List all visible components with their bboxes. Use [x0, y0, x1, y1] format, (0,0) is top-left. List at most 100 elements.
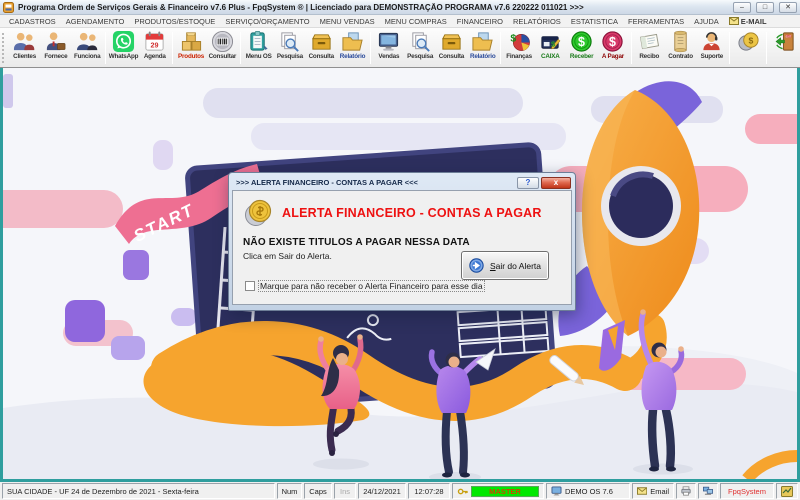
- arrow-right-icon: [469, 258, 484, 273]
- search-docs-icon: [409, 30, 432, 53]
- fornecedores-button[interactable]: Fornece: [40, 29, 71, 67]
- status-user: MASTER: [452, 483, 544, 499]
- gold-coin-icon: [243, 198, 273, 228]
- funcionarios-button[interactable]: Funciona: [72, 29, 103, 67]
- toolbar-separator: [240, 32, 241, 64]
- toolbar-separator: [766, 32, 767, 64]
- status-email[interactable]: Email: [632, 483, 674, 499]
- menu-produtos-estoque[interactable]: PRODUTOS/ESTOQUE: [129, 17, 220, 26]
- menu-ferramentas[interactable]: FERRAMENTAS: [623, 17, 689, 26]
- menu-servico-orcamento[interactable]: SERVIÇO/ORÇAMENTO: [220, 17, 314, 26]
- sair-do-alerta-button[interactable]: Sair do Alerta: [461, 251, 549, 280]
- receber-button[interactable]: $ Receber: [566, 29, 597, 67]
- clipboard-icon: [247, 30, 270, 53]
- menu-estatistica[interactable]: ESTATISTICA: [566, 17, 623, 26]
- status-bar: SUA CIDADE - UF 24 de Dezembro de 2021 -…: [0, 482, 800, 500]
- printer-icon: [681, 486, 691, 496]
- main-workspace: START: [0, 68, 800, 482]
- toolbar-separator: [105, 32, 106, 64]
- dialog-title: >>> ALERTA FINANCEIRO - CONTAS A PAGAR <…: [236, 178, 517, 187]
- envelope-icon: [637, 487, 647, 495]
- employees-icon: [76, 30, 99, 53]
- app-window: Programa Ordem de Serviços Gerais & Fina…: [0, 0, 800, 500]
- receipt-icon: [638, 30, 661, 53]
- dialog-body: ALERTA FINANCEIRO - CONTAS A PAGAR NÃO E…: [232, 190, 572, 305]
- toolbar-separator: [729, 32, 730, 64]
- status-printer[interactable]: [676, 483, 696, 499]
- ledger-book-icon: $: [539, 30, 562, 53]
- whatsapp-button[interactable]: WhatsApp: [108, 29, 139, 67]
- barcode-icon: [211, 30, 234, 53]
- menu-relatorios[interactable]: RELATÓRIOS: [508, 17, 566, 26]
- status-location: SUA CIDADE - UF 24 de Dezembro de 2021 -…: [2, 483, 275, 499]
- calendar-icon: 29: [143, 30, 166, 53]
- status-network[interactable]: [698, 483, 718, 499]
- dialog-titlebar: >>> ALERTA FINANCEIRO - CONTAS A PAGAR <…: [232, 175, 572, 190]
- dialog-help-button[interactable]: ?: [517, 177, 539, 189]
- moedas-button[interactable]: $: [732, 29, 763, 67]
- menu-bar: CADASTROS AGENDAMENTO PRODUTOS/ESTOQUE S…: [0, 15, 800, 28]
- network-monitor-icon: [703, 486, 713, 496]
- menu-cadastros[interactable]: CADASTROS: [4, 17, 61, 26]
- relatorio-os-button[interactable]: Relatório: [337, 29, 368, 67]
- status-caps: Caps: [304, 483, 332, 499]
- monitor-icon: [377, 30, 400, 53]
- no-alert-checkbox-row[interactable]: Marque para não receber o Alerta Finance…: [245, 281, 484, 291]
- menu-agendamento[interactable]: AGENDAMENTO: [61, 17, 130, 26]
- dialog-message: NÃO EXISTE TITULOS A PAGAR NESSA DATA: [243, 237, 561, 248]
- window-titlebar: Programa Ordem de Serviços Gerais & Fina…: [0, 0, 800, 15]
- consulta-vendas-button[interactable]: Consulta: [436, 29, 467, 67]
- vendas-button[interactable]: Vendas: [373, 29, 404, 67]
- menu-compras[interactable]: MENU COMPRAS: [380, 17, 452, 26]
- svg-text:$: $: [510, 33, 516, 45]
- status-num: Num: [277, 483, 302, 499]
- key-icon: [457, 486, 468, 497]
- svg-text:$: $: [578, 35, 585, 49]
- svg-text:$: $: [609, 35, 616, 49]
- relatorio-vendas-button[interactable]: Relatório: [467, 29, 498, 67]
- close-button[interactable]: ✕: [779, 2, 797, 13]
- maximize-button[interactable]: □: [756, 2, 774, 13]
- sair-sistema-button[interactable]: EXIT: [769, 29, 800, 67]
- recibo-button[interactable]: Recibo: [634, 29, 665, 67]
- produtos-button[interactable]: Produtos: [175, 29, 206, 67]
- menu-email[interactable]: E-MAIL: [724, 17, 772, 26]
- status-ins: Ins: [334, 483, 356, 499]
- search-docs-icon: [278, 30, 301, 53]
- no-alert-checkbox-label: Marque para não receber o Alerta Finance…: [259, 281, 484, 291]
- no-alert-checkbox[interactable]: [245, 281, 255, 291]
- contrato-button[interactable]: Contrato: [665, 29, 696, 67]
- caixa-button[interactable]: $ CAIXA: [535, 29, 566, 67]
- pie-dollar-icon: $: [508, 30, 531, 53]
- svg-text:EXIT: EXIT: [785, 35, 791, 38]
- menu-os-button[interactable]: Menu OS: [243, 29, 274, 67]
- red-coin-icon: $: [601, 30, 624, 53]
- minimize-button[interactable]: –: [733, 2, 751, 13]
- clientes-button[interactable]: Clientes: [9, 29, 40, 67]
- status-user-badge: MASTER: [471, 486, 539, 497]
- computer-icon: [551, 486, 562, 496]
- dialog-close-button[interactable]: x: [541, 177, 571, 189]
- financas-button[interactable]: $ Finanças: [503, 29, 534, 67]
- app-badge-icon: [781, 486, 793, 497]
- green-coin-icon: $: [570, 30, 593, 53]
- status-brand: FpqSystem: [720, 483, 774, 499]
- consulta-os-button[interactable]: Consulta: [306, 29, 337, 67]
- status-app-badge: [776, 483, 798, 499]
- toolbar: Clientes Fornece Funciona WhatsApp 29 Ag…: [0, 28, 800, 68]
- consultar-produtos-button[interactable]: Consultar: [207, 29, 238, 67]
- svg-text:29: 29: [151, 42, 159, 50]
- pesquisa-os-button[interactable]: Pesquisa: [274, 29, 305, 67]
- menu-financeiro[interactable]: FINANCEIRO: [452, 17, 508, 26]
- dialog-heading: ALERTA FINANCEIRO - CONTAS A PAGAR: [282, 206, 542, 220]
- a-pagar-button[interactable]: $ A Pagar: [597, 29, 628, 67]
- menu-ajuda[interactable]: AJUDA: [689, 17, 724, 26]
- pesquisa-vendas-button[interactable]: Pesquisa: [405, 29, 436, 67]
- status-date: 24/12/2021: [358, 483, 406, 499]
- suporte-button[interactable]: Suporte: [696, 29, 727, 67]
- menu-vendas[interactable]: MENU VENDAS: [315, 17, 380, 26]
- agenda-button[interactable]: 29 Agenda: [139, 29, 170, 67]
- clients-icon: [13, 30, 36, 53]
- svg-text:$: $: [551, 39, 556, 48]
- alerta-financeiro-dialog: >>> ALERTA FINANCEIRO - CONTAS A PAGAR <…: [228, 172, 576, 311]
